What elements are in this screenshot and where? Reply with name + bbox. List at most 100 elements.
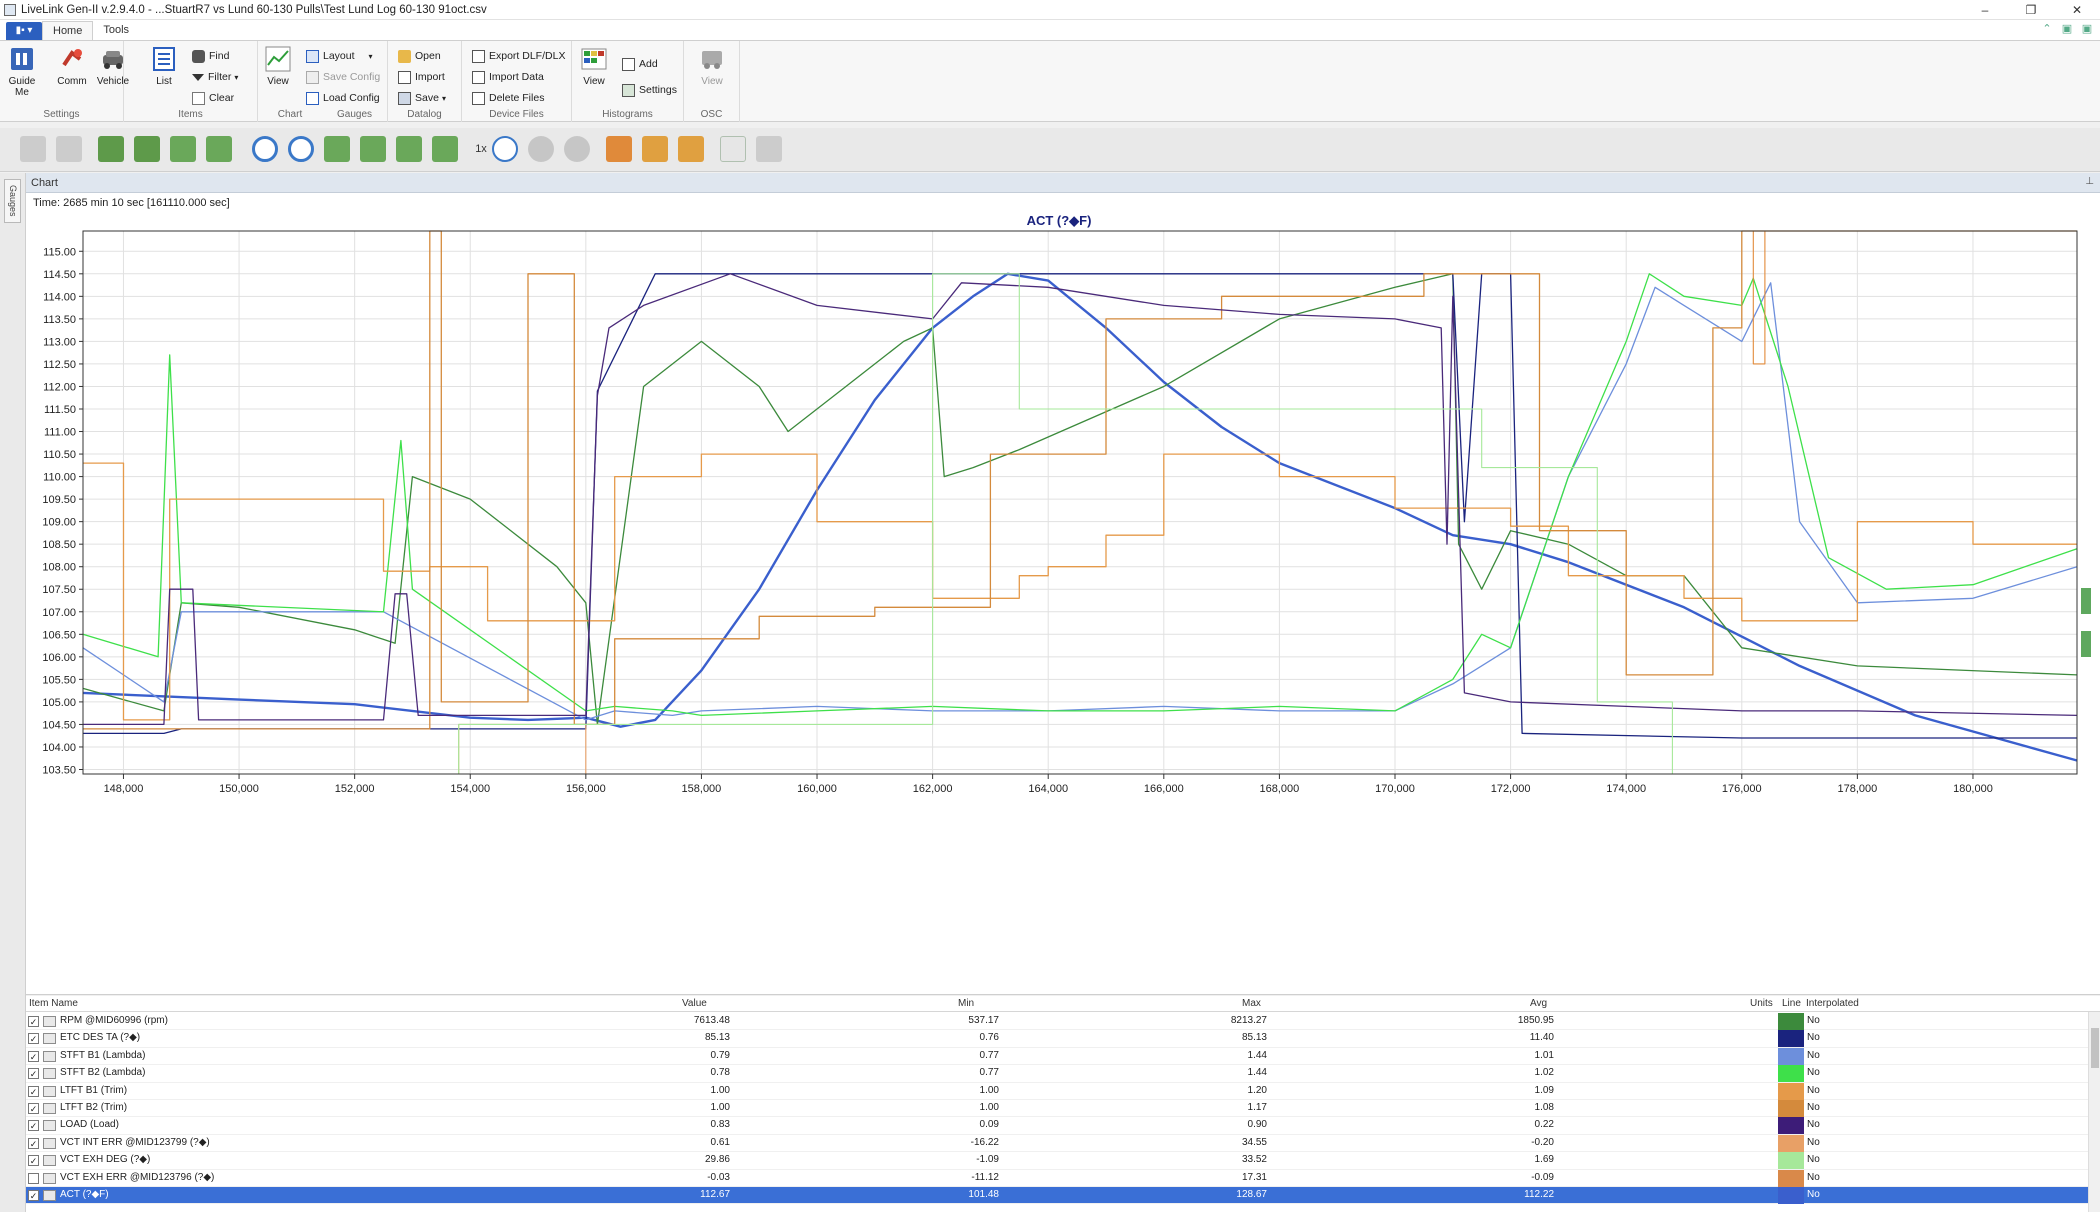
- tools-dropdown-button[interactable]: [604, 134, 634, 164]
- open-button[interactable]: Open: [398, 47, 441, 65]
- autoscale-button[interactable]: [168, 134, 198, 164]
- header-units[interactable]: Units: [1750, 998, 1773, 1009]
- comm-button[interactable]: Comm: [52, 45, 92, 87]
- row-interpolated[interactable]: No: [1807, 1015, 1820, 1026]
- row-line-color-swatch[interactable]: [1778, 1065, 1804, 1083]
- row-line-color-swatch[interactable]: [1778, 1013, 1804, 1030]
- table-row[interactable]: ✓ ACT (?◆F) 112.67 101.48 128.67 112.22 No: [26, 1187, 2100, 1205]
- scrollbar-thumb[interactable]: [2091, 1028, 2099, 1068]
- row-line-color-swatch[interactable]: [1778, 1187, 1804, 1204]
- table-row[interactable]: ✓ VCT EXH DEG (?◆) 29.86 -1.09 33.52 1.69 No: [26, 1152, 2100, 1170]
- save-config-button[interactable]: Save Config: [306, 68, 380, 86]
- histogram-view-button[interactable]: View: [574, 45, 614, 87]
- toolbar-save-button[interactable]: [18, 134, 48, 164]
- row-checkbox[interactable]: ✓: [28, 1155, 39, 1167]
- table-row[interactable]: ✓ STFT B2 (Lambda) 0.78 0.77 1.44 1.02 No: [26, 1065, 2100, 1083]
- pin-icon[interactable]: ⊥: [2085, 176, 2094, 187]
- marker-right-button[interactable]: [676, 134, 706, 164]
- grid-toggle-button[interactable]: [754, 134, 784, 164]
- tab-home[interactable]: Home: [42, 21, 94, 40]
- import-button[interactable]: Import: [398, 68, 445, 86]
- histogram-settings-button[interactable]: Settings: [622, 81, 677, 99]
- line-style-button[interactable]: [718, 134, 748, 164]
- load-config-button[interactable]: Load Config: [306, 89, 380, 107]
- row-interpolated[interactable]: No: [1807, 1032, 1820, 1043]
- row-interpolated[interactable]: No: [1807, 1050, 1820, 1061]
- row-line-color-swatch[interactable]: [1778, 1117, 1804, 1135]
- restore-layout-icon[interactable]: ▣: [2060, 22, 2074, 36]
- table-row[interactable]: ✓ RPM @MID60996 (rpm) 7613.48 537.17 8213.27…: [26, 1013, 2100, 1031]
- header-line[interactable]: Line: [1782, 998, 1801, 1009]
- row-checkbox[interactable]: ✓: [28, 1137, 39, 1149]
- row-line-color-swatch[interactable]: [1778, 1100, 1804, 1117]
- fit-all-button[interactable]: [394, 134, 424, 164]
- header-avg[interactable]: Avg: [1530, 998, 1547, 1009]
- row-line-color-swatch[interactable]: [1778, 1169, 1804, 1187]
- table-row[interactable]: VCT EXH ERR @MID123796 (?◆) -0.03 -11.12 17…: [26, 1169, 2100, 1187]
- row-interpolated[interactable]: No: [1807, 1085, 1820, 1096]
- close-button[interactable]: ✕: [2054, 0, 2100, 20]
- row-checkbox[interactable]: ✓: [28, 1120, 39, 1132]
- row-checkbox[interactable]: ✓: [28, 1033, 39, 1045]
- osc-view-button[interactable]: View: [692, 45, 732, 87]
- row-interpolated[interactable]: No: [1807, 1189, 1820, 1200]
- series-line-8[interactable]: [83, 723, 702, 775]
- import-data-button[interactable]: Import Data: [472, 68, 544, 86]
- series-line-9[interactable]: [83, 273, 2077, 775]
- row-checkbox[interactable]: ✓: [28, 1190, 39, 1201]
- header-min[interactable]: Min: [958, 998, 974, 1009]
- table-row[interactable]: ✓ LTFT B2 (Trim) 1.00 1.00 1.17 1.08 No: [26, 1100, 2100, 1118]
- play-button[interactable]: [490, 134, 520, 164]
- stop-button[interactable]: [562, 134, 592, 164]
- row-line-color-swatch[interactable]: [1778, 1134, 1804, 1152]
- table-row[interactable]: ✓ LTFT B1 (Trim) 1.00 1.00 1.20 1.09 No: [26, 1082, 2100, 1100]
- minimize-button[interactable]: ‒: [1962, 0, 2008, 20]
- clear-button[interactable]: Clear: [192, 89, 234, 107]
- row-checkbox[interactable]: ✓: [28, 1085, 39, 1097]
- collapse-ribbon-icon[interactable]: ⌃: [2040, 22, 2054, 36]
- chart-view-button[interactable]: View: [258, 45, 298, 87]
- toolbar-save-as-button[interactable]: [54, 134, 84, 164]
- gauges-side-tab[interactable]: Gauges: [4, 179, 21, 223]
- zoom-in-button[interactable]: [286, 134, 316, 164]
- histogram-add-button[interactable]: Add: [622, 55, 658, 73]
- help-icon[interactable]: ▣: [2080, 22, 2094, 36]
- chart[interactable]: Time: 2685 min 10 sec [161110.000 sec] A…: [26, 193, 2100, 993]
- filter-button[interactable]: Filter ▾: [192, 68, 238, 86]
- table-row[interactable]: ✓ STFT B1 (Lambda) 0.79 0.77 1.44 1.01 No: [26, 1047, 2100, 1066]
- row-interpolated[interactable]: No: [1807, 1119, 1820, 1130]
- table-row[interactable]: ✓ VCT INT ERR @MID123799 (?◆) 0.61 -16.22 34…: [26, 1134, 2100, 1153]
- max-all-button[interactable]: [96, 134, 126, 164]
- header-value[interactable]: Value: [682, 998, 707, 1009]
- series-line-5[interactable]: [83, 453, 2077, 721]
- layout-button[interactable]: Layout ▾: [306, 47, 373, 65]
- row-checkbox[interactable]: ✓: [28, 1103, 39, 1114]
- pause-button[interactable]: [526, 134, 556, 164]
- row-checkbox[interactable]: ✓: [28, 1068, 39, 1080]
- row-checkbox[interactable]: ✓: [28, 1016, 39, 1027]
- header-max[interactable]: Max: [1242, 998, 1261, 1009]
- grid-scrollbar[interactable]: [2088, 1012, 2100, 1212]
- row-checkbox[interactable]: ✓: [28, 1050, 39, 1062]
- marker-left-button[interactable]: [640, 134, 670, 164]
- scale-marker-icon[interactable]: [2081, 631, 2091, 657]
- save-button[interactable]: Save ▾: [398, 89, 446, 107]
- row-interpolated[interactable]: No: [1807, 1154, 1820, 1165]
- tab-tools[interactable]: Tools: [93, 21, 139, 40]
- row-line-color-swatch[interactable]: [1778, 1082, 1804, 1100]
- file-menu-button[interactable]: ▮▪ ▾: [6, 22, 42, 40]
- row-interpolated[interactable]: No: [1807, 1172, 1820, 1183]
- autoscale-selected-button[interactable]: [204, 134, 234, 164]
- cursor-mode-button[interactable]: [430, 134, 460, 164]
- max-selected-button[interactable]: [132, 134, 162, 164]
- row-line-color-swatch[interactable]: [1778, 1047, 1804, 1065]
- table-row[interactable]: ✓ LOAD (Load) 0.83 0.09 0.90 0.22 No: [26, 1117, 2100, 1135]
- table-row[interactable]: ✓ ETC DES TA (?◆) 85.13 0.76 85.13 11.40 No: [26, 1030, 2100, 1048]
- header-item-name[interactable]: Item Name: [29, 998, 78, 1009]
- row-line-color-swatch[interactable]: [1778, 1030, 1804, 1048]
- scale-marker-icon[interactable]: [2081, 588, 2091, 614]
- row-interpolated[interactable]: No: [1807, 1102, 1820, 1113]
- row-interpolated[interactable]: No: [1807, 1067, 1820, 1078]
- header-interpolated[interactable]: Interpolated: [1806, 998, 1859, 1009]
- maximize-button[interactable]: ❐: [2008, 0, 2054, 20]
